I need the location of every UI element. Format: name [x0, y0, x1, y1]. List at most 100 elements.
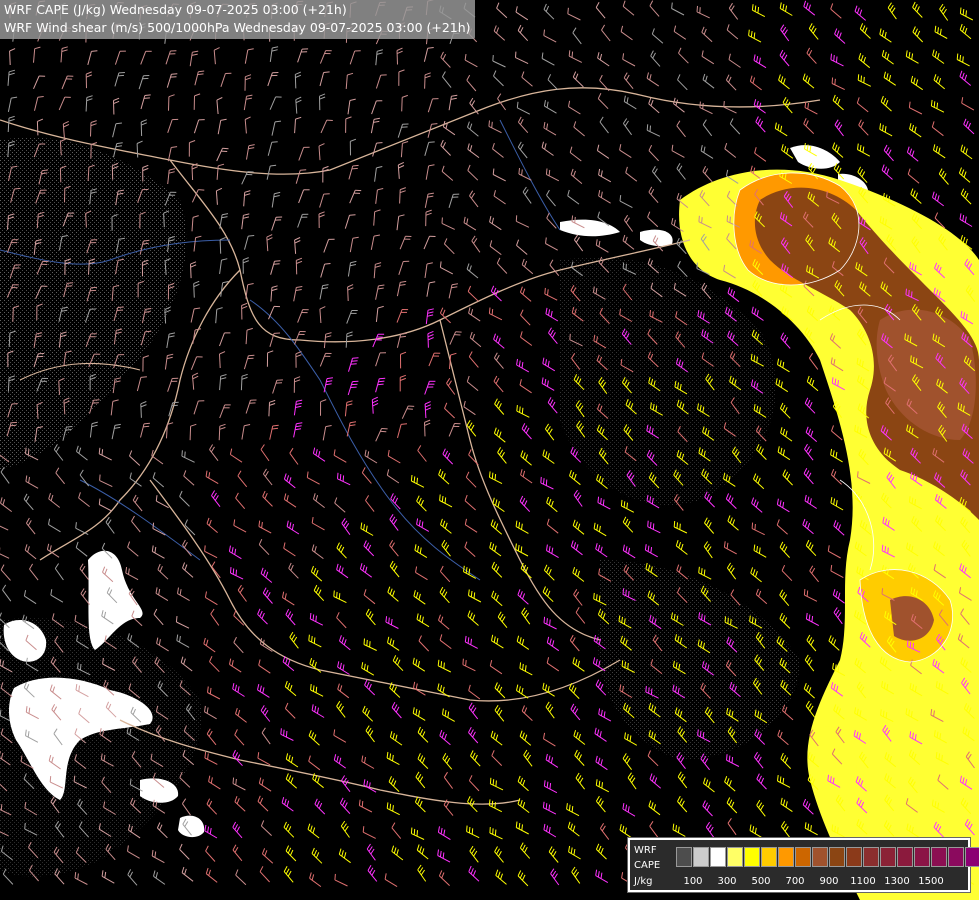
wind-barb-feather — [519, 144, 524, 150]
wind-barb-feather — [732, 291, 736, 298]
wind-barb-feather — [553, 873, 558, 879]
wind-barb-feather — [701, 26, 705, 33]
wind-barb — [297, 309, 304, 323]
wind-barb-feather — [518, 360, 521, 367]
wind-barb-feather — [802, 518, 806, 525]
legend-swatch — [693, 847, 709, 867]
wind-barb — [237, 589, 247, 602]
wind-barb-feather — [391, 701, 396, 708]
wind-barb-feather — [965, 148, 968, 155]
wind-barb-feather — [678, 541, 681, 548]
wind-barb-feather — [267, 350, 274, 354]
wind-barb-feather — [577, 775, 582, 781]
wind-barb-feather — [287, 826, 292, 832]
wind-barb — [517, 30, 529, 42]
wind-barb-feather — [622, 825, 625, 832]
wind-barb-feather — [677, 826, 680, 833]
wind-barb-feather — [809, 705, 814, 712]
wind-barb-feather — [810, 25, 815, 32]
wind-barb-feather — [521, 407, 524, 414]
wind-barb-feather — [493, 25, 497, 32]
wind-barb-feather — [677, 260, 681, 267]
wind-barb — [0, 471, 10, 484]
wind-barb-feather — [832, 450, 835, 457]
wind-barb — [25, 480, 39, 489]
legend-swatch — [778, 847, 794, 867]
wind-barb-feather — [114, 426, 121, 429]
wind-barb-feather — [54, 563, 60, 569]
wind-barb — [258, 544, 270, 556]
wind-barb — [232, 826, 243, 839]
wind-barb-feather — [451, 286, 458, 289]
wind-barb — [136, 377, 142, 392]
wind-barb-feather — [431, 123, 438, 125]
wind-barb-feather — [309, 612, 312, 619]
wind-barb-feather — [597, 52, 600, 59]
wind-barb-feather — [393, 686, 397, 693]
wind-barb-feather — [192, 50, 199, 53]
wind-barb-feather — [441, 589, 446, 595]
wind-barb-feather — [29, 563, 34, 570]
wind-barb-feather — [808, 428, 811, 435]
wind-barb — [727, 823, 737, 836]
wind-barb-feather — [570, 703, 575, 710]
wind-barb — [87, 51, 92, 66]
wind-barb-feather — [914, 28, 918, 35]
wind-barb-feather — [427, 308, 434, 311]
wind-barb-feather — [129, 450, 133, 457]
wind-barb-feather — [521, 874, 526, 881]
wind-barb-feather — [498, 686, 503, 693]
wind-barb-feather — [677, 771, 682, 778]
wind-barb — [26, 522, 36, 535]
wind-barb — [194, 71, 199, 86]
wind-barb-feather — [750, 31, 753, 38]
wind-barb — [648, 150, 659, 162]
wind-barb — [349, 50, 356, 65]
wind-barb-feather — [965, 120, 969, 127]
wind-barb-feather — [959, 70, 963, 77]
wind-barb-feather — [285, 868, 290, 875]
wind-barb — [193, 283, 195, 298]
wind-barb-feather — [593, 592, 595, 599]
wind-barb-feather — [574, 749, 578, 756]
wind-barb-feather — [678, 165, 683, 172]
wind-barb-feather — [446, 378, 451, 384]
wind-barb-feather — [624, 827, 627, 834]
wind-barb-feather — [916, 6, 920, 13]
wind-barb-feather — [911, 53, 914, 60]
wind-barb-feather — [708, 522, 712, 528]
wind-barb-feather — [862, 146, 865, 153]
wind-barb-feather — [595, 543, 598, 550]
wind-barb-feather — [424, 72, 431, 76]
wind-barb — [489, 804, 503, 813]
wind-barb-feather — [365, 608, 370, 615]
wind-barb — [318, 146, 321, 161]
wind-barb — [804, 594, 818, 602]
wind-barb-feather — [648, 144, 653, 151]
wind-barb-feather — [807, 823, 810, 830]
wind-barb-feather — [465, 567, 468, 574]
wind-barb — [190, 356, 198, 370]
wind-barb-feather — [518, 822, 521, 830]
wind-barb-feather — [521, 423, 526, 429]
wind-barb-feather — [544, 684, 548, 691]
wind-barb — [726, 29, 739, 40]
wind-barb-feather — [704, 168, 709, 175]
wind-barb — [181, 455, 195, 463]
wind-barb — [114, 72, 120, 87]
wind-barb-feather — [259, 610, 263, 617]
wind-barb-feather — [598, 240, 601, 247]
wind-barb-feather — [783, 617, 788, 624]
wind-barb-feather — [807, 522, 811, 529]
wind-barb — [362, 711, 374, 722]
wind-barb-feather — [542, 586, 546, 593]
wind-barb-feather — [75, 541, 79, 548]
wind-barb-feather — [570, 540, 574, 547]
wind-barb-feather — [647, 545, 650, 552]
wind-barb-feather — [552, 851, 557, 857]
wind-barb — [375, 189, 378, 204]
wind-barb-feather — [577, 494, 582, 501]
wind-barb-feather — [653, 804, 656, 811]
wind-barb-feather — [494, 846, 498, 852]
wind-barb-feather — [516, 635, 520, 642]
